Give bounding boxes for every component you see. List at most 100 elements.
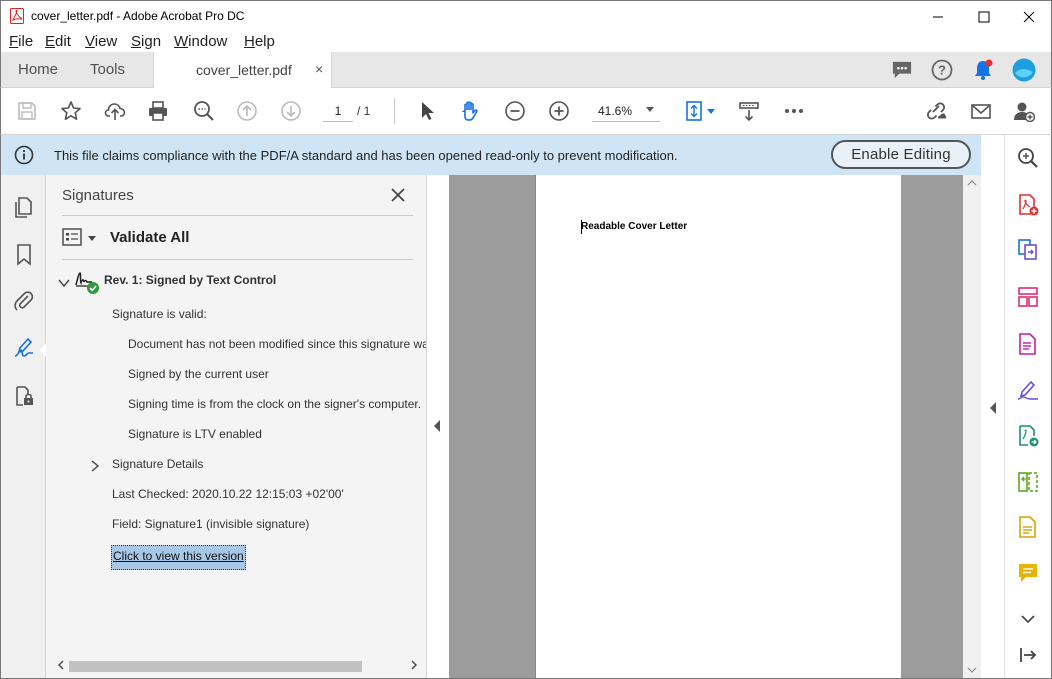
page-thumbnails-icon[interactable]: [11, 195, 37, 221]
hand-tool-icon[interactable]: [457, 99, 483, 123]
select-cursor-icon[interactable]: [414, 99, 440, 123]
export-pdf-icon[interactable]: [1014, 330, 1042, 358]
tab-document-label: cover_letter.pdf: [196, 62, 292, 78]
save-icon[interactable]: [14, 99, 40, 123]
share-link-icon[interactable]: [923, 99, 949, 123]
create-pdf-icon[interactable]: [1014, 191, 1042, 219]
scroll-mode-icon[interactable]: [736, 99, 762, 123]
tab-close-button[interactable]: ×: [315, 61, 323, 77]
chevron-down-icon[interactable]: [88, 236, 96, 241]
tab-document[interactable]: cover_letter.pdf ×: [153, 52, 332, 88]
last-checked-label: Last Checked: 2020.10.22 12:15:03 +02'00…: [112, 487, 344, 501]
collapse-right-panel-strip[interactable]: [981, 135, 1005, 679]
next-page-icon[interactable]: [278, 99, 304, 123]
zoom-level-value: 41.6%: [598, 104, 633, 118]
close-icon: [1023, 11, 1035, 22]
star-bookmark-icon[interactable]: [58, 99, 84, 123]
organize-pages-icon[interactable]: [1014, 283, 1042, 311]
collapse-tools-pane-icon[interactable]: [1014, 641, 1042, 669]
zoom-level-select[interactable]: 41.6%: [592, 100, 660, 122]
bookmarks-icon[interactable]: [11, 242, 37, 268]
document-security-lock-icon[interactable]: [11, 383, 37, 409]
attachments-paperclip-icon[interactable]: [11, 288, 37, 314]
collapse-left-icon[interactable]: [434, 420, 440, 432]
scroll-down-icon[interactable]: [967, 666, 977, 674]
vertical-scrollbar[interactable]: [963, 175, 981, 679]
minimize-icon: [933, 16, 943, 17]
right-tools-rail: [981, 135, 1052, 679]
menu-bar: File Edit View Sign Window Help: [0, 31, 1052, 52]
zoom-out-icon[interactable]: [502, 99, 528, 123]
info-icon: [14, 145, 34, 165]
send-for-signature-icon[interactable]: [1014, 422, 1042, 450]
validate-all-button[interactable]: Validate All: [110, 229, 189, 246]
close-icon[interactable]: [388, 185, 408, 205]
expand-tools-icon[interactable]: [990, 402, 996, 414]
zoom-search-icon[interactable]: [191, 99, 217, 123]
previous-page-icon[interactable]: [234, 99, 260, 123]
help-icon[interactable]: ?: [930, 59, 954, 81]
user-avatar-icon[interactable]: [1012, 58, 1036, 82]
acrobat-app-icon: [10, 8, 24, 24]
chevron-right-icon[interactable]: [90, 460, 100, 472]
tab-tools[interactable]: Tools: [90, 61, 125, 78]
chevron-down-icon[interactable]: [1014, 605, 1042, 633]
scroll-left-icon[interactable]: [57, 660, 65, 670]
page-fit-icon[interactable]: [682, 99, 708, 123]
print-icon[interactable]: [145, 99, 171, 123]
view-version-link[interactable]: Click to view this version: [111, 545, 246, 570]
check-ltv-enabled: Signature is LTV enabled: [128, 427, 262, 441]
scroll-up-icon[interactable]: [967, 179, 977, 187]
signatures-panel-title: Signatures: [62, 187, 134, 204]
minimize-button[interactable]: [915, 1, 961, 32]
check-signed-by-user: Signed by the current user: [128, 367, 269, 381]
comment-tool-icon[interactable]: [1014, 559, 1042, 587]
pdfa-info-banner: This file claims compliance with the PDF…: [0, 135, 981, 175]
panel-divider: [62, 259, 413, 260]
email-icon[interactable]: [968, 99, 994, 123]
pdf-page[interactable]: Readable Cover Letter: [535, 175, 924, 679]
options-list-icon[interactable]: [62, 228, 82, 246]
page-number-input[interactable]: 1: [323, 100, 353, 122]
combine-files-icon[interactable]: [1014, 236, 1042, 264]
menu-edit[interactable]: Edit: [45, 33, 71, 50]
page-fit-dropdown-icon[interactable]: [707, 109, 715, 114]
title-bar: cover_letter.pdf - Adobe Acrobat Pro DC: [0, 0, 1052, 31]
signature-details-item[interactable]: Signature Details: [112, 457, 203, 471]
maximize-button[interactable]: [961, 1, 1007, 32]
menu-help[interactable]: Help: [244, 33, 275, 50]
scroll-right-icon[interactable]: [410, 660, 418, 670]
search-zoom-icon[interactable]: [1014, 144, 1042, 172]
collapse-left-panel-strip[interactable]: [427, 175, 449, 679]
horizontal-scrollbar[interactable]: [54, 657, 420, 674]
comment-bubble-icon[interactable]: [890, 59, 914, 81]
signatures-panel: Signatures Validate All Rev. 1: Signed b…: [46, 175, 427, 679]
maximize-icon: [978, 11, 990, 22]
document-canvas-margin: [901, 175, 963, 679]
menu-sign[interactable]: Sign: [131, 33, 161, 50]
compare-files-icon[interactable]: [1014, 468, 1042, 496]
scrollbar-thumb[interactable]: [69, 661, 362, 672]
more-options-icon[interactable]: [781, 99, 807, 123]
close-window-button[interactable]: [1006, 1, 1052, 32]
window-title: cover_letter.pdf - Adobe Acrobat Pro DC: [31, 9, 245, 23]
scan-document-icon[interactable]: [1014, 513, 1042, 541]
toolbar-divider: [394, 98, 395, 124]
menu-window[interactable]: Window: [174, 33, 227, 50]
tab-home[interactable]: Home: [18, 61, 58, 78]
signature-revision-label[interactable]: Rev. 1: Signed by Text Control: [104, 273, 276, 287]
notifications-bell-icon[interactable]: [971, 59, 995, 81]
chevron-down-icon[interactable]: [58, 277, 70, 289]
banner-message: This file claims compliance with the PDF…: [54, 148, 678, 163]
svg-text:?: ?: [938, 63, 946, 78]
valid-signature-icon: [75, 272, 99, 294]
zoom-in-icon[interactable]: [546, 99, 572, 123]
add-user-icon[interactable]: [1011, 99, 1037, 123]
menu-view[interactable]: View: [85, 33, 117, 50]
panel-divider: [62, 215, 413, 216]
fill-and-sign-icon[interactable]: [1014, 376, 1042, 404]
enable-editing-button[interactable]: Enable Editing: [831, 140, 971, 169]
menu-file[interactable]: File: [9, 33, 33, 50]
cloud-upload-icon[interactable]: [102, 99, 128, 123]
signatures-pen-icon[interactable]: [11, 335, 37, 361]
